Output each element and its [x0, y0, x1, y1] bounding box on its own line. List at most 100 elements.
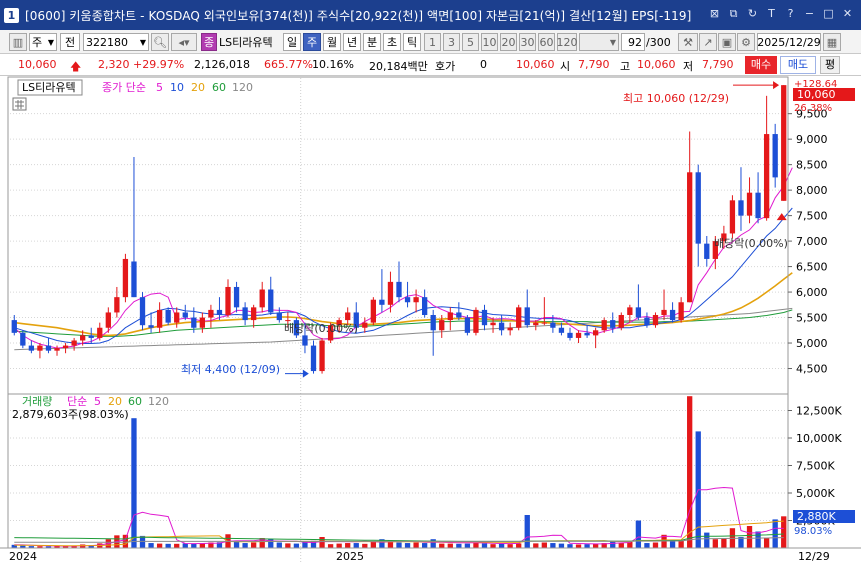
price-tick-label: 6,500 [796, 261, 828, 274]
volume-bar [251, 542, 257, 548]
volume-bar [558, 543, 565, 548]
layout-icon[interactable]: ▥ [9, 33, 27, 51]
save-icon[interactable]: ▣ [718, 33, 736, 51]
volume-legend-ma120: 120 [148, 395, 169, 408]
tab-second[interactable]: 초 [383, 33, 401, 51]
volume-bar [174, 543, 180, 548]
candle-body [533, 322, 539, 326]
candle-body [276, 312, 282, 321]
gear-icon[interactable]: ⚙ [737, 33, 755, 51]
view-button[interactable]: 평 [820, 56, 840, 74]
price-tick-label: 8,000 [796, 184, 828, 197]
interval-120[interactable]: 120 [557, 33, 578, 51]
tab-minute[interactable]: 분 [363, 33, 381, 51]
ex-dividend-label-1: 배당락(0.00%) [284, 322, 358, 335]
candle-body [618, 315, 624, 328]
volume-bar [327, 544, 334, 548]
candle-body [396, 281, 402, 298]
custom-interval-select[interactable]: ▼ [579, 33, 619, 51]
indicator-icon[interactable]: ⚒ [678, 33, 698, 51]
candle-body [88, 335, 94, 338]
volume-legend-ma-label: 단순 [67, 395, 87, 408]
candle-body [54, 348, 60, 351]
tab-day[interactable]: 일 [283, 33, 301, 51]
price-tick-label: 4,500 [796, 363, 828, 376]
help-icon[interactable]: ? [783, 6, 798, 21]
volume-bar [131, 418, 137, 548]
candle-body [319, 340, 325, 372]
low-label: 저 [683, 60, 694, 73]
interval-30[interactable]: 30 [519, 33, 536, 51]
candle-body [379, 299, 385, 305]
stock-type-badge: 종 [201, 33, 217, 51]
candle-body [139, 297, 146, 326]
volume-bar [669, 541, 676, 548]
legend-ma60: 60 [212, 81, 226, 94]
candle-body [165, 309, 171, 323]
volume-bar [336, 543, 342, 548]
candle-body [669, 309, 676, 321]
tab-year[interactable]: 년 [343, 33, 361, 51]
price-tick-label: 8,500 [796, 159, 828, 172]
link-icon[interactable]: ⊠ [707, 6, 722, 21]
volume-bar [345, 543, 351, 548]
candle-body [635, 307, 642, 318]
date-input[interactable]: 2025/12/29 [757, 33, 821, 51]
trade-amount: 20,184백만 [369, 60, 428, 73]
trend-tool-icon[interactable]: ↗ [699, 33, 717, 51]
price-badge: 10,060 [797, 88, 836, 101]
search-icon[interactable]: 🔍︎ [151, 33, 169, 51]
volume-bar [276, 542, 282, 548]
candle-body [105, 312, 111, 328]
maximize-icon[interactable]: □ [821, 6, 836, 21]
volume-legend-ma20: 20 [108, 395, 122, 408]
candle-body [447, 312, 453, 321]
buy-button[interactable]: 매수 [745, 56, 777, 74]
date-label-2024: 2024 [9, 550, 37, 562]
stock-code-input[interactable]: 322180 ▼ [83, 33, 149, 51]
minimize-icon[interactable]: − [802, 6, 817, 21]
copy-window-icon[interactable]: ⧉ [726, 6, 741, 21]
calendar-icon[interactable]: ▦ [823, 33, 841, 51]
stock-chart[interactable]: 4,500 5,000 5,500 6,000 6,500 7,000 7,500 8,000… [0, 76, 861, 562]
candle-body [755, 192, 761, 219]
tab-week[interactable]: 주 [303, 33, 321, 51]
volume-bar [721, 538, 727, 548]
interval-10[interactable]: 10 [481, 33, 498, 51]
close-icon[interactable]: ✕ [840, 6, 855, 21]
table-toggle-icon[interactable] [12, 97, 27, 111]
interval-5[interactable]: 5 [462, 33, 479, 51]
candle-body [644, 317, 650, 326]
sell-button[interactable]: 매도 [780, 56, 816, 74]
candle-body [652, 315, 659, 326]
interval-60[interactable]: 60 [538, 33, 555, 51]
candle-body [362, 322, 368, 328]
tab-tick[interactable]: 틱 [403, 33, 421, 51]
volume-bar [293, 543, 300, 548]
interval-20[interactable]: 20 [500, 33, 517, 51]
volume-legend-ma5: 5 [94, 395, 101, 408]
interval-1[interactable]: 1 [424, 33, 441, 51]
interval-3[interactable]: 3 [443, 33, 460, 51]
volume-bar [122, 534, 129, 548]
refresh-icon[interactable]: ↻ [745, 6, 760, 21]
chevron-down-icon: ▼ [609, 37, 616, 47]
tab-month[interactable]: 월 [323, 33, 341, 51]
volume-bar [413, 542, 419, 548]
hoga-label: 호가 [435, 60, 456, 73]
date-label-end: 12/29 [798, 550, 830, 562]
count-input[interactable]: 92 [621, 33, 645, 51]
prev-button[interactable]: 전 [60, 33, 80, 51]
candle-body [627, 307, 633, 315]
candle-body [174, 312, 180, 323]
candle-body [575, 332, 582, 338]
bid-price: 10,060 [516, 58, 555, 71]
high-marker-label: 최고 10,060 (12/29) [623, 92, 729, 105]
candle-body [20, 332, 26, 346]
font-icon[interactable]: T [764, 6, 779, 21]
candle-body [199, 317, 206, 328]
price-tick-label: 9,000 [796, 133, 828, 146]
sound-icon[interactable]: ◂▾ [171, 33, 197, 51]
period-select[interactable]: 주 ▼ [29, 33, 57, 51]
volume-bar [473, 542, 479, 548]
